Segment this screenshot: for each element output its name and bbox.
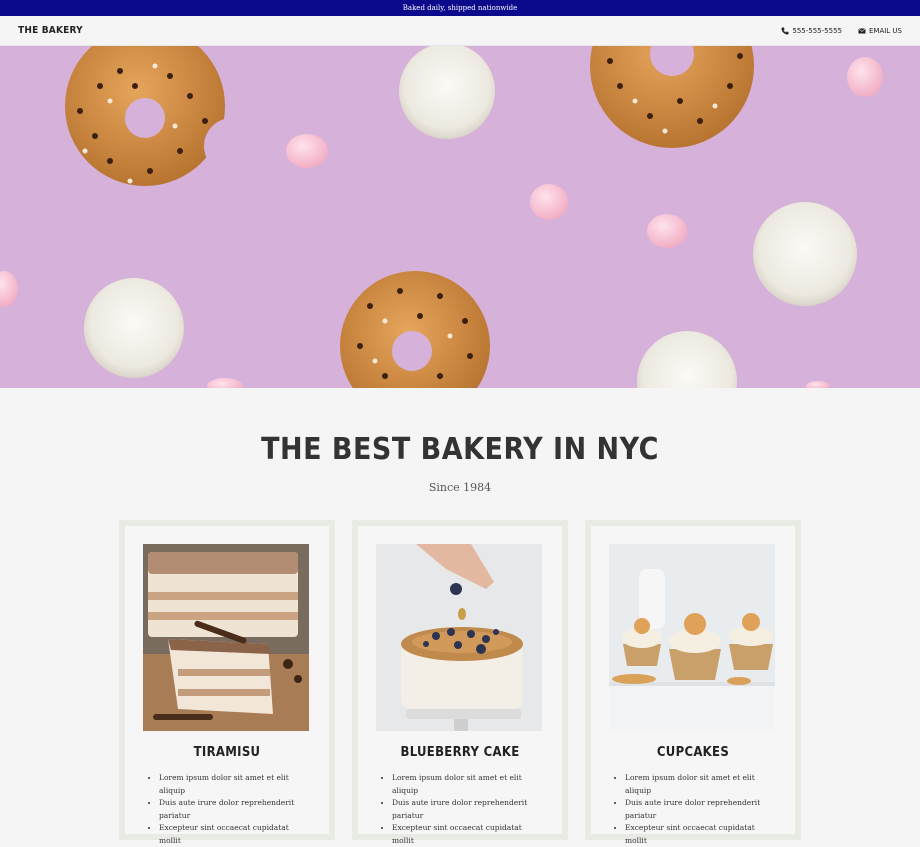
list-item: Excepteur sint occaecat cupidatat mollit (392, 822, 544, 847)
product-cards: TIRAMISU Lorem ipsum dolor sit amet et e… (0, 520, 920, 845)
card-content: CUPCAKES Lorem ipsum dolor sit amet et e… (591, 526, 795, 845)
phone-link[interactable]: 555-555-5555 (781, 27, 842, 35)
hero-image (0, 46, 920, 388)
feature-list: Lorem ipsum dolor sit amet et elit aliqu… (609, 772, 777, 847)
card-content: TIRAMISU Lorem ipsum dolor sit amet et e… (125, 526, 329, 845)
product-card[interactable]: TIRAMISU Lorem ipsum dolor sit amet et e… (119, 520, 335, 845)
list-item: Duis aute irure dolor reprehenderit pari… (625, 797, 777, 822)
page-title: THE BEST BAKERY IN NYC (261, 432, 659, 467)
hero-illustration (0, 46, 920, 388)
feature-list: Lorem ipsum dolor sit amet et elit aliqu… (143, 772, 311, 847)
card-title: CUPCAKES (656, 745, 730, 760)
phone-number: 555-555-5555 (792, 26, 842, 35)
phone-icon (781, 27, 789, 34)
list-item: Excepteur sint occaecat cupidatat mollit (625, 822, 777, 847)
envelope-icon (858, 27, 866, 33)
tiramisu-image (143, 544, 309, 731)
list-item: Duis aute irure dolor reprehenderit pari… (392, 797, 544, 822)
headline-section: THE BEST BAKERY IN NYC Since 1984 (0, 432, 920, 494)
announcement-bar: Baked daily, shipped nationwide (0, 0, 920, 16)
feature-list: Lorem ipsum dolor sit amet et elit aliqu… (376, 772, 544, 847)
announcement-text: Baked daily, shipped nationwide (402, 4, 518, 12)
contact-links: 555-555-5555 EMAIL US (781, 27, 902, 35)
list-item: Lorem ipsum dolor sit amet et elit aliqu… (159, 772, 311, 797)
product-card[interactable]: BLUEBERRY CAKE Lorem ipsum dolor sit ame… (352, 520, 568, 845)
blueberry-cake-image (376, 544, 542, 731)
card-content: BLUEBERRY CAKE Lorem ipsum dolor sit ame… (358, 526, 562, 845)
email-label: EMAIL US (868, 26, 902, 35)
email-link[interactable]: EMAIL US (858, 27, 902, 35)
list-item: Excepteur sint occaecat cupidatat mollit (159, 822, 311, 847)
site-logo[interactable]: THE BAKERY (18, 25, 83, 36)
list-item: Duis aute irure dolor reprehenderit pari… (159, 797, 311, 822)
list-item: Lorem ipsum dolor sit amet et elit aliqu… (392, 772, 544, 797)
card-title: BLUEBERRY CAKE (400, 745, 520, 760)
cupcakes-image (609, 544, 775, 731)
list-item: Lorem ipsum dolor sit amet et elit aliqu… (625, 772, 777, 797)
product-card[interactable]: CUPCAKES Lorem ipsum dolor sit amet et e… (585, 520, 801, 845)
page-subtitle: Since 1984 (428, 481, 492, 494)
card-title: TIRAMISU (193, 745, 261, 760)
navbar: THE BAKERY 555-555-5555 EMAIL US (0, 16, 920, 46)
